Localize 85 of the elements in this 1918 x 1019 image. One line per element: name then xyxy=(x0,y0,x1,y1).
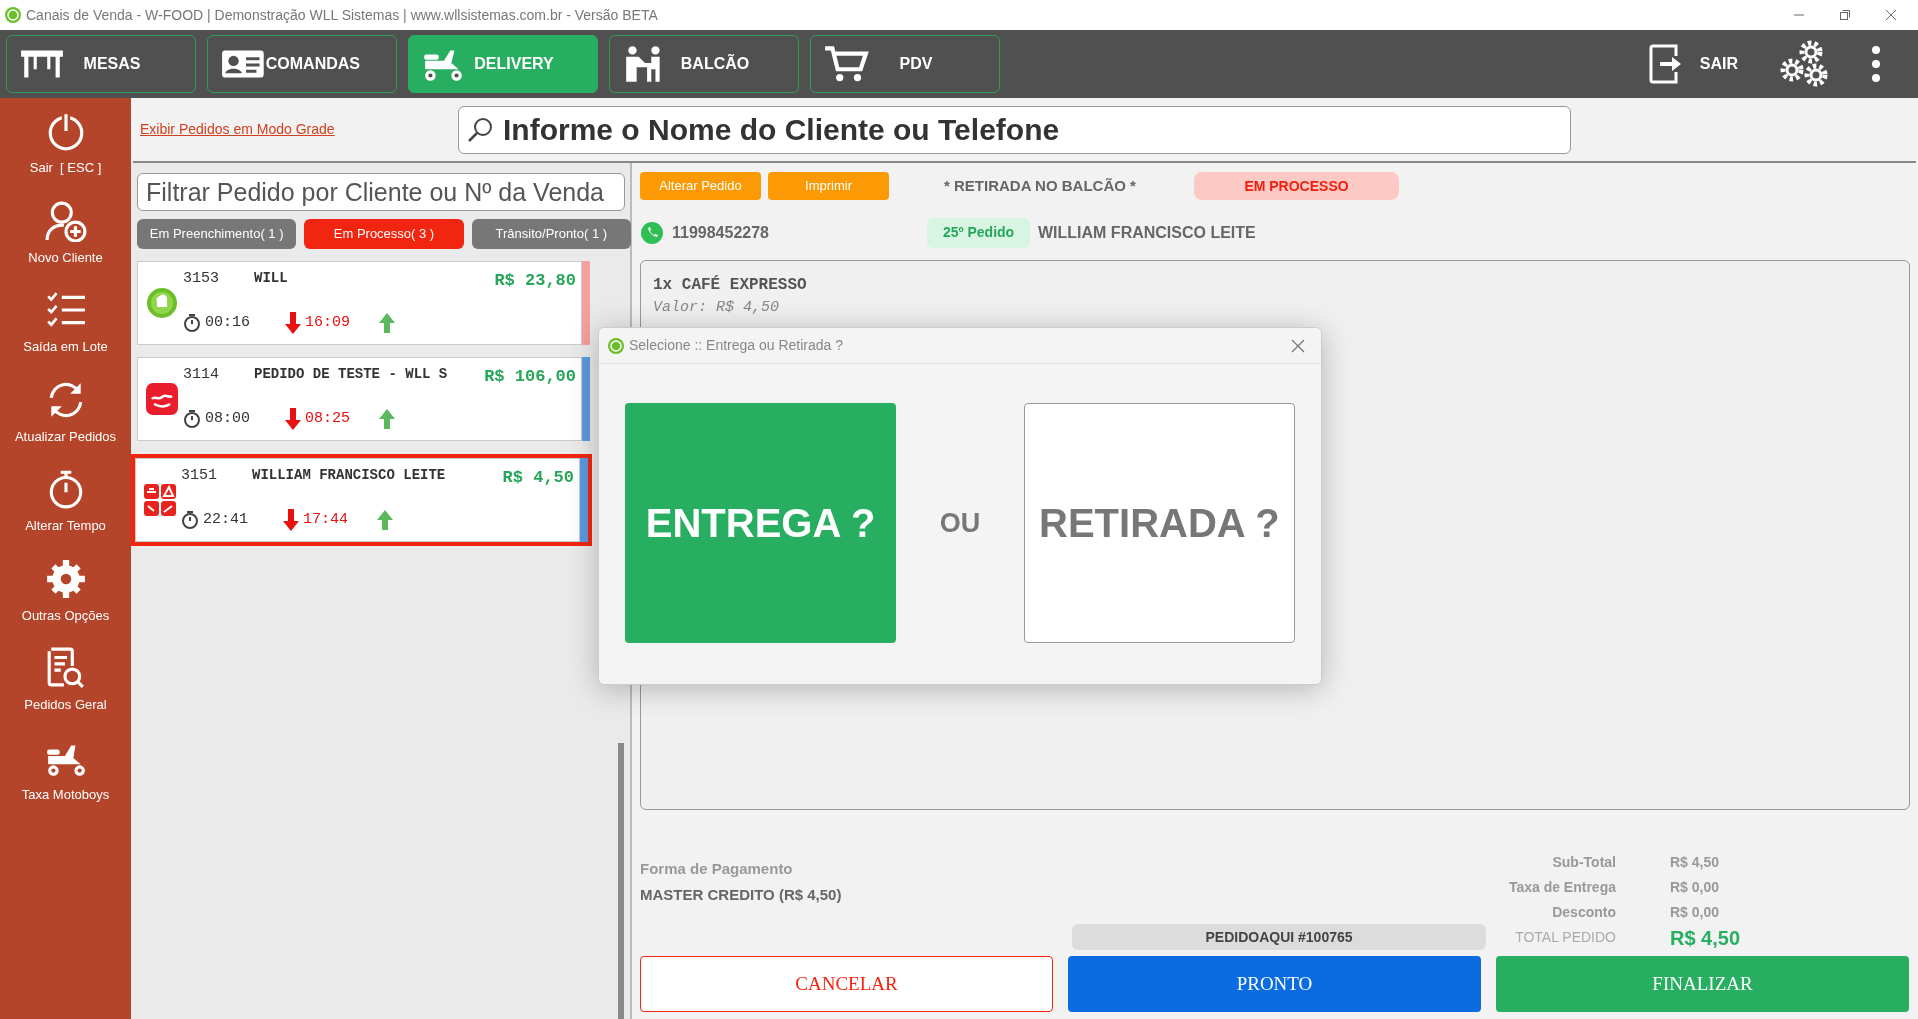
total-value: R$ 4,50 xyxy=(1670,853,1720,872)
order-total: R$ 23,80 xyxy=(494,270,576,292)
sidebar-item[interactable]: Alterar Tempo xyxy=(1,468,130,536)
order-number: 3151 xyxy=(181,466,218,486)
dialog-title: Selecione :: Entrega ou Retirada ? xyxy=(629,336,844,355)
reference-badge: PEDIDOAQUI #100765 xyxy=(1072,924,1486,950)
elapsed-time: 00:16 xyxy=(205,313,251,333)
close-icon[interactable] xyxy=(1885,9,1897,21)
total-label: Taxa de Entrega xyxy=(1507,878,1616,897)
total-value: R$ 0,00 xyxy=(1670,903,1720,922)
stopwatch-icon xyxy=(183,314,201,333)
app-logo-icon xyxy=(607,336,625,355)
sidebar-item[interactable]: Pedidos Geral xyxy=(1,647,130,715)
order-total: R$ 106,00 xyxy=(484,366,576,388)
nav-tab[interactable]: DELIVERY xyxy=(408,35,598,93)
customer-name: WILLIAM FRANCISCO LEITE xyxy=(1038,222,1256,243)
status-tab[interactable]: Trânsito/Pronto( 1 ) xyxy=(471,219,631,249)
order-card[interactable]: 3151 WILLIAM FRANCISCO LEITE R$ 4,50 22:41 17:44 xyxy=(131,454,592,546)
choice-button[interactable]: RETIRADA ? xyxy=(1023,403,1295,643)
ready-button[interactable]: PRONTO xyxy=(1068,956,1481,1012)
elapsed-time: 08:00 xyxy=(205,409,251,429)
elapsed-time: 22:41 xyxy=(203,510,249,530)
due-time: 16:09 xyxy=(305,313,351,333)
stopwatch-icon xyxy=(183,410,201,429)
nav-tab[interactable]: BALCÃO xyxy=(609,35,799,93)
phone-number: 11998452278 xyxy=(672,222,770,243)
finish-button[interactable]: FINALIZAR xyxy=(1496,956,1909,1012)
sidebar-item[interactable]: Novo Cliente xyxy=(1,199,130,267)
item-price: Valor: R$ 4,50 xyxy=(653,297,781,318)
customer-name: WILL xyxy=(254,269,289,288)
choice-button[interactable]: ENTREGA ? xyxy=(625,403,897,643)
order-number: 3153 xyxy=(183,269,220,289)
sidebar-item[interactable]: Sair [ ESC ] xyxy=(1,110,130,178)
restore-icon[interactable] xyxy=(1839,9,1851,21)
search-field[interactable]: Informe o Nome do Cliente ou Telefone xyxy=(458,105,1571,154)
payment-label: Forma de Pagamento xyxy=(640,859,794,879)
payment-method: MASTER CREDITO (R$ 4,50) xyxy=(640,884,843,905)
order-total: R$ 4,50 xyxy=(502,467,574,489)
more-options-icon[interactable] xyxy=(1872,46,1880,82)
item-name: 1x CAFÉ EXPRESSO xyxy=(653,274,808,296)
order-number: 3114 xyxy=(183,365,220,385)
up-arrow-icon xyxy=(377,510,393,531)
scrollbar[interactable] xyxy=(618,743,624,1019)
due-time: 08:25 xyxy=(305,409,351,429)
order-count-badge: 25º Pedido xyxy=(927,217,1030,248)
whatsapp-icon xyxy=(640,220,664,245)
customer-name: PEDIDO DE TESTE - WLL S xyxy=(254,365,449,384)
down-arrow-icon xyxy=(283,509,299,532)
sidebar-item[interactable]: Saída em Lote xyxy=(1,289,130,357)
status-tab[interactable]: Em Processo( 3 ) xyxy=(304,219,464,249)
food-grid-logo-icon xyxy=(144,484,176,516)
add-user-icon xyxy=(44,199,87,242)
app-logo-icon xyxy=(4,6,22,24)
exit-button[interactable]: SAIR xyxy=(1647,43,1738,85)
down-arrow-icon xyxy=(285,312,301,335)
due-time: 17:44 xyxy=(303,510,349,530)
search-icon xyxy=(466,115,494,144)
total-value: R$ 0,00 xyxy=(1670,878,1720,897)
close-icon[interactable] xyxy=(1291,338,1305,353)
sidebar-item[interactable]: Atualizar Pedidos xyxy=(1,378,130,446)
sidebar-item[interactable]: Outras Opções xyxy=(1,557,130,625)
stopwatch-icon xyxy=(181,511,199,530)
cancel-button[interactable]: CANCELAR xyxy=(640,956,1053,1012)
delivery-mode-label: * RETIRADA NO BALCÃO * xyxy=(944,175,1137,196)
down-arrow-icon xyxy=(285,408,301,431)
status-tab[interactable]: Em Preenchimento( 1 ) xyxy=(137,219,297,249)
nav-tab[interactable]: MESAS xyxy=(6,35,196,93)
up-arrow-icon xyxy=(379,313,395,334)
nav-tab[interactable]: COMANDAS xyxy=(207,35,397,93)
settings-icon xyxy=(44,557,87,600)
total-label: Sub-Total xyxy=(1551,853,1616,872)
status-badge: EM PROCESSO xyxy=(1194,172,1399,200)
total-value: R$ 4,50 xyxy=(1670,925,1741,951)
nav-tab[interactable]: PDV xyxy=(810,35,1000,93)
food-app-logo-icon xyxy=(146,383,178,415)
window-title: Canais de Venda - W-FOOD | Demonstração WLL Sistemas | www.wllsistemas.com.br - Versão BETA xyxy=(26,5,658,25)
grid-mode-link[interactable]: Exibir Pedidos em Modo Grade xyxy=(140,119,458,140)
total-label: TOTAL PEDIDO xyxy=(1514,928,1616,947)
up-arrow-icon xyxy=(379,409,395,430)
separator-label: OU xyxy=(938,506,982,540)
customer-name: WILLIAM FRANCISCO LEITE xyxy=(252,466,447,485)
cart-icon xyxy=(823,44,869,84)
order-filter-field[interactable]: Filtrar Pedido por Cliente ou Nº da Venda xyxy=(137,173,625,211)
total-label: Desconto xyxy=(1551,903,1616,922)
sidebar-item[interactable]: Taxa Motoboys xyxy=(1,736,130,804)
